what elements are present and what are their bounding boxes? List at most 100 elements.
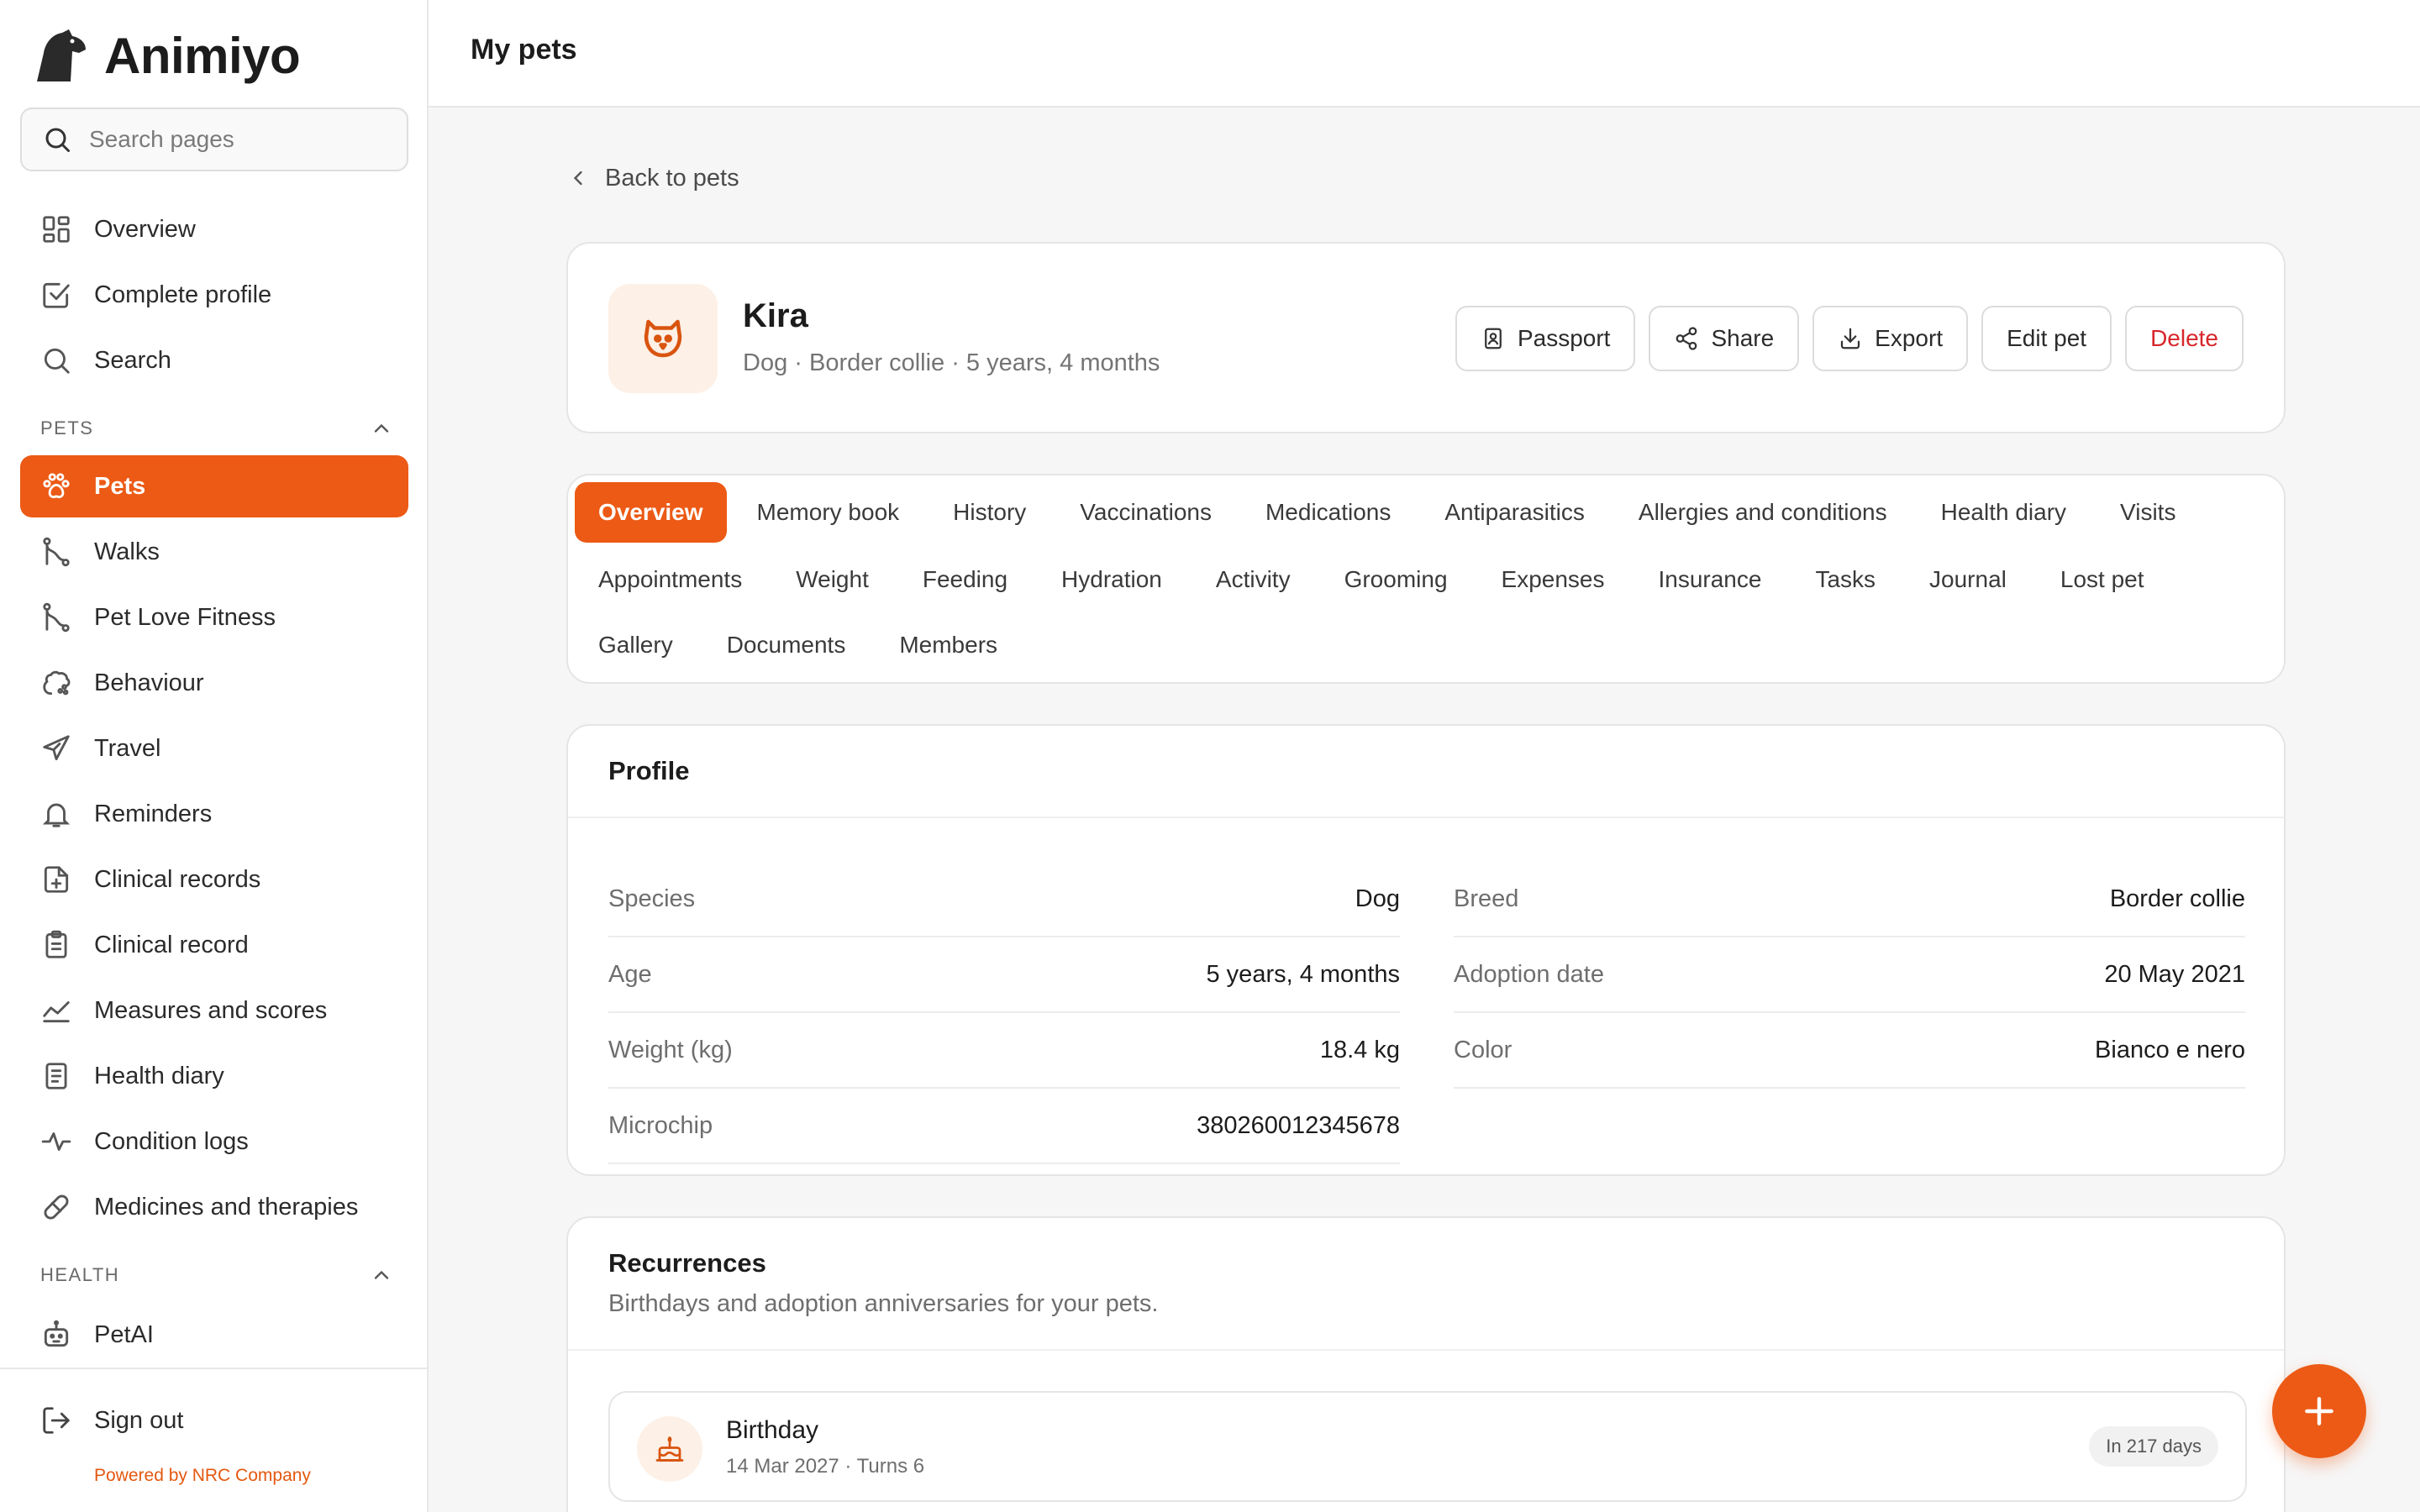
tab-tasks[interactable]: Tasks <box>1791 549 1899 610</box>
field-breed: Breed Border collie <box>1454 862 2245 937</box>
tab-history[interactable]: History <box>929 482 1050 543</box>
tab-antiparasitics[interactable]: Antiparasitics <box>1421 482 1608 543</box>
tab-appointments[interactable]: Appointments <box>575 549 765 610</box>
edit-pet-label: Edit pet <box>2007 325 2087 351</box>
nav-item-pets[interactable]: Pets <box>20 455 408 517</box>
nav-item-measures-and-scores[interactable]: Measures and scores <box>20 979 408 1042</box>
nav-label: Behaviour <box>94 669 204 696</box>
tab-members[interactable]: Members <box>876 615 1021 675</box>
passport-button[interactable]: Passport <box>1455 306 1636 371</box>
nav-label: Condition logs <box>94 1127 249 1155</box>
file-plus-icon <box>44 866 69 893</box>
tab-row: Gallery Documents Members <box>575 615 1028 675</box>
nav-label: Reminders <box>94 800 213 827</box>
tab-expenses[interactable]: Expenses <box>1478 549 1628 610</box>
field-color: Color Bianco e nero <box>1454 1013 2245 1089</box>
edit-pet-button[interactable]: Edit pet <box>1981 306 2112 371</box>
nav-item-clinical-record[interactable]: Clinical record <box>20 914 408 976</box>
field-label: Color <box>1454 1036 1512 1063</box>
delete-label: Delete <box>2150 325 2218 351</box>
nav-label: Pet Love Fitness <box>94 603 276 631</box>
tab-allergies-and-conditions[interactable]: Allergies and conditions <box>1615 482 1911 543</box>
search-input[interactable] <box>89 126 392 153</box>
dog-logo-icon <box>37 29 86 81</box>
share-icon <box>1676 327 1697 350</box>
tab-feeding[interactable]: Feeding <box>899 549 1031 610</box>
powered-by-link[interactable]: Powered by NRC Company <box>94 1466 311 1486</box>
export-button[interactable]: Export <box>1812 306 1969 371</box>
tab-memory-book[interactable]: Memory book <box>734 482 923 543</box>
tab-journal[interactable]: Journal <box>1906 549 2030 610</box>
share-button[interactable]: Share <box>1649 306 1800 371</box>
search-box[interactable] <box>20 108 408 171</box>
pet-avatar <box>608 284 718 393</box>
sign-out-icon <box>43 1407 70 1434</box>
back-to-pets-link[interactable]: Back to pets <box>566 160 739 197</box>
delete-pet-button[interactable]: Delete <box>2125 306 2244 371</box>
sign-out-button[interactable]: Sign out <box>20 1389 408 1452</box>
nav-label: Measures and scores <box>94 996 328 1024</box>
field-value: 18.4 kg <box>1319 1036 1400 1063</box>
tab-grooming[interactable]: Grooming <box>1321 549 1471 610</box>
route-icon <box>43 602 70 633</box>
tab-medications[interactable]: Medications <box>1242 482 1414 543</box>
tab-gallery[interactable]: Gallery <box>575 615 697 675</box>
checkbox-icon <box>43 282 70 308</box>
recurrence-item[interactable]: Birthday 14 Mar 2027 · Turns 6 In 217 da… <box>608 1391 2247 1502</box>
nav-item-reminders[interactable]: Reminders <box>20 783 408 845</box>
section-label: PETS <box>40 417 94 438</box>
tab-health-diary[interactable]: Health diary <box>1918 482 2090 543</box>
field-label: Breed <box>1454 885 1519 912</box>
field-value: 5 years, 4 months <box>1206 960 1401 988</box>
clipboard-icon <box>45 930 67 958</box>
nav-item-behaviour[interactable]: Behaviour <box>20 652 408 714</box>
field-species: Species Dog <box>608 862 1400 937</box>
nav-item-pet-love-fitness[interactable]: Pet Love Fitness <box>20 586 408 648</box>
field-value: Border collie <box>2109 885 2245 912</box>
field-value: Bianco e nero <box>2095 1036 2245 1063</box>
nav-item-medicines-and-therapies[interactable]: Medicines and therapies <box>20 1176 408 1238</box>
profile-card: Profile Species Dog Age 5 years, 4 month… <box>566 724 2286 1176</box>
field-weight: Weight (kg) 18.4 kg <box>608 1013 1400 1089</box>
add-fab-button[interactable] <box>2272 1364 2366 1458</box>
back-link-label: Back to pets <box>605 164 739 192</box>
bell-icon <box>42 803 71 827</box>
tab-insurance[interactable]: Insurance <box>1634 549 1785 610</box>
tab-lost-pet[interactable]: Lost pet <box>2037 549 2168 610</box>
field-label: Age <box>608 960 652 988</box>
brand[interactable]: Animiyo <box>32 24 301 87</box>
topbar: My pets <box>429 0 2420 108</box>
notebook-icon <box>45 1063 67 1089</box>
tab-row: Appointments Weight Feeding Hydration Ac… <box>575 549 2175 610</box>
recurrences-title: Recurrences <box>608 1248 766 1278</box>
nav-item-search[interactable]: Search <box>20 329 408 391</box>
nav-item-complete-profile[interactable]: Complete profile <box>20 264 408 326</box>
download-icon <box>1841 328 1860 349</box>
nav-item-health-diary[interactable]: Health diary <box>20 1045 408 1107</box>
nav-item-walks[interactable]: Walks <box>20 521 408 583</box>
passport-icon <box>1485 328 1502 349</box>
route-icon <box>43 537 70 567</box>
field-label: Weight (kg) <box>608 1036 733 1063</box>
tab-vaccinations[interactable]: Vaccinations <box>1056 482 1235 543</box>
pet-name: Kira <box>743 297 808 334</box>
pill-icon <box>44 1194 69 1220</box>
nav-item-clinical-records[interactable]: Clinical records <box>20 848 408 911</box>
nav-item-condition-logs[interactable]: Condition logs <box>20 1110 408 1173</box>
nav-label: Walks <box>94 538 160 565</box>
section-header-health[interactable]: HEALTH <box>40 1258 393 1292</box>
tab-overview[interactable]: Overview <box>575 482 727 543</box>
tab-documents[interactable]: Documents <box>703 615 870 675</box>
tab-weight[interactable]: Weight <box>772 549 892 610</box>
chart-line-icon <box>43 1001 70 1023</box>
field-value: 380260012345678 <box>1197 1111 1400 1139</box>
nav-item-petai[interactable]: PetAI <box>20 1304 408 1366</box>
section-header-pets[interactable]: PETS <box>40 412 393 445</box>
nav-item-overview[interactable]: Overview <box>20 198 408 260</box>
tab-visits[interactable]: Visits <box>2096 482 2199 543</box>
tab-hydration[interactable]: Hydration <box>1038 549 1186 610</box>
nav-item-travel[interactable]: Travel <box>20 717 408 780</box>
tab-activity[interactable]: Activity <box>1192 549 1314 610</box>
grid-icon <box>43 216 70 243</box>
plane-icon <box>43 735 70 761</box>
